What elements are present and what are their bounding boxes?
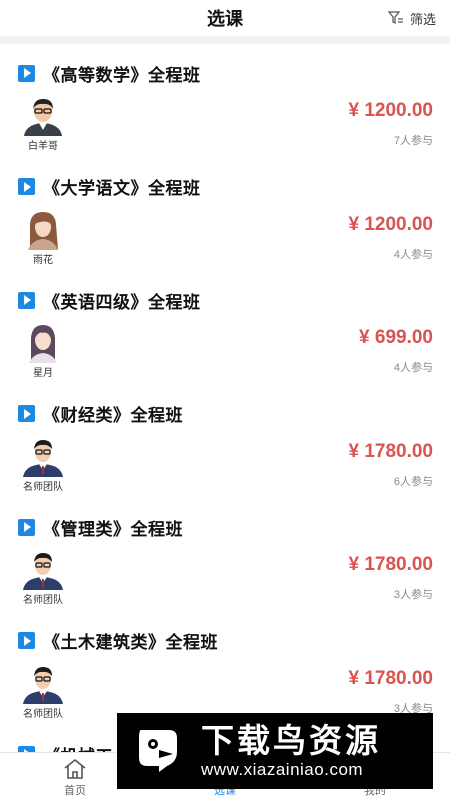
teacher-name: 名师团队 [23, 481, 63, 493]
course-price: ¥ 1200.00 [348, 100, 433, 121]
course-name: 《机械工... [43, 742, 129, 753]
course-name: 《财经类》全程班 [43, 406, 183, 425]
teacher-avatar [20, 209, 66, 250]
participant-count: 4人参与 [393, 362, 433, 374]
teacher: 名师团队 [18, 437, 68, 493]
watermark-url: www.xiazainiao.com [201, 760, 364, 779]
course-item[interactable]: 《财经类》全程班 名师团队 ¥ 1780.00 6人参与 [0, 385, 450, 499]
watermark-banner: 下载鸟资源 www.xiazainiao.com [117, 713, 433, 789]
participant-count: 6人参与 [393, 475, 433, 488]
teacher: 名师团队 [18, 550, 68, 606]
tab-home-label: 首页 [64, 785, 86, 797]
course-price: ¥ 1780.00 [348, 440, 433, 462]
header-divider [0, 36, 450, 44]
teacher-avatar [23, 553, 63, 590]
home-icon [64, 759, 86, 779]
course-item[interactable]: 《高等数学》全程班 白羊哥 ¥ 1200.00 7人参与 [0, 44, 450, 158]
course-price: ¥ 1780.00 [348, 554, 433, 575]
teacher-avatar [23, 439, 63, 477]
course-name: 《英语四级》全程班 [43, 292, 201, 312]
course-price: ¥ 1200.00 [348, 213, 433, 235]
teacher-name: 雨花 [33, 254, 53, 266]
course-item[interactable]: 《大学语文》全程班 雨花 ¥ 1200.00 4人参与 [0, 158, 450, 272]
course-price: ¥ 699.00 [359, 327, 433, 348]
teacher-avatar [29, 325, 57, 363]
course-item[interactable]: 《英语四级》全程班 星月 ¥ 699.00 4人参与 [0, 271, 450, 385]
play-icon [18, 632, 35, 649]
course-name: 《大学语文》全程班 [43, 179, 201, 198]
teacher-avatar [24, 99, 62, 136]
teacher-name: 名师团队 [23, 708, 63, 720]
play-icon [18, 64, 35, 82]
teacher: 星月 [18, 323, 68, 379]
course-item[interactable]: 《土木建筑类》全程班 名师团队 ¥ 1780.00 3人参与 [0, 612, 450, 726]
teacher-avatar [23, 666, 63, 704]
play-icon [18, 178, 35, 195]
teacher-name: 白羊哥 [28, 141, 58, 152]
course-list[interactable]: 《高等数学》全程班 白羊哥 ¥ 1200.00 7人参与 《大学语文》全程班 雨… [0, 44, 450, 752]
teacher: 名师团队 [18, 664, 68, 720]
filter-icon [387, 11, 403, 24]
teacher: 雨花 [18, 209, 68, 266]
participant-count: 7人参与 [393, 135, 433, 147]
course-price: ¥ 1780.00 [348, 667, 433, 689]
play-icon [18, 291, 35, 309]
bird-logo-icon [139, 730, 177, 772]
watermark-title: 下载鸟资源 [201, 722, 381, 759]
teacher-name: 名师团队 [23, 595, 63, 606]
participant-count: 4人参与 [393, 248, 433, 261]
play-icon [18, 518, 35, 536]
teacher: 白羊哥 [18, 96, 68, 152]
course-name: 《土木建筑类》全程班 [43, 633, 218, 652]
course-item[interactable]: 《管理类》全程班 名师团队 ¥ 1780.00 3人参与 [0, 498, 450, 612]
page-title: 选课 [207, 9, 243, 29]
teacher-name: 星月 [33, 368, 53, 379]
top-bar: 选课 筛选 [0, 0, 450, 36]
filter-button[interactable]: 筛选 [387, 0, 436, 36]
play-icon [18, 405, 35, 422]
participant-count: 3人参与 [393, 589, 433, 601]
course-name: 《高等数学》全程班 [43, 65, 201, 85]
course-name: 《管理类》全程班 [43, 519, 183, 539]
filter-label: 筛选 [409, 11, 436, 27]
